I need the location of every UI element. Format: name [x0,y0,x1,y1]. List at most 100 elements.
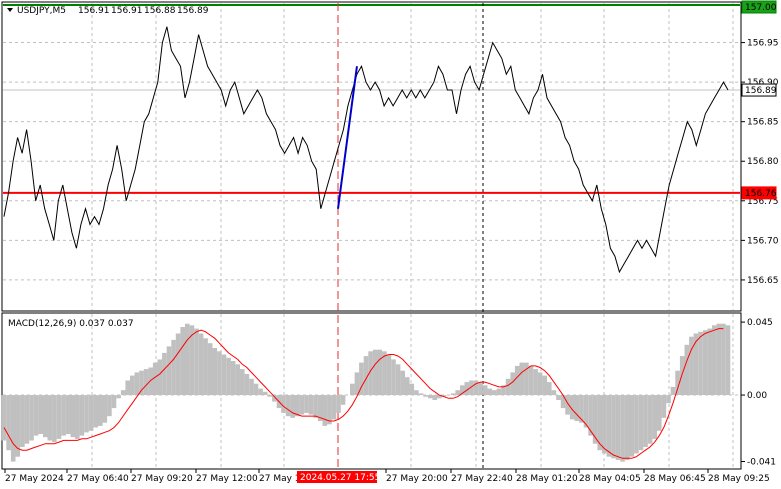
macd-y-tick-label: 0.00 [747,391,767,401]
macd-bar [629,395,635,457]
ohlc-close: 156.89 [177,6,209,16]
macd-bar [143,369,149,395]
macd-bar [652,395,657,439]
macd-bar [409,383,415,395]
chart-canvas[interactable]: 27 May 2024 27 May 06:40 27 May 09:20 27 Ma… [0,0,781,489]
macd-bar [492,390,497,396]
macd-bar [386,354,392,395]
macd-bar [478,382,483,396]
price-tag-text-top_level: 157.00 [745,3,777,13]
macd-bar [350,383,355,395]
macd-bar [340,395,346,405]
macd-bar [331,395,337,420]
macd-bar [24,395,30,444]
macd-bar [455,390,460,396]
macd-bar [313,395,318,418]
price-header: USDJPY,M5 156.91 156.91 156.88 156.89 [7,6,209,16]
macd-bar [588,395,593,436]
macd-bar [707,328,712,396]
macd-bar [519,362,525,395]
macd-bar [79,395,85,436]
macd-bar [638,395,644,451]
macd-bar [702,330,708,395]
macd-bar [556,395,561,400]
macd-bar [203,338,208,395]
macd-bar [226,357,231,396]
macd-bar [134,372,140,396]
macd-bar [391,359,396,396]
macd-bar [657,395,662,431]
macd-bar [29,395,34,441]
macd-bar [198,333,204,396]
macd-bar [395,364,401,396]
macd-bar [230,361,236,395]
macd-bar [33,395,39,436]
macd-bar [65,395,71,434]
x-tick-label: 28 May 09:25 [708,474,770,484]
macd-bar [185,323,190,395]
macd-bar [432,395,438,400]
macd-bar [107,395,112,417]
macd-bar [698,331,703,395]
macd-title: MACD(12,26,9) 0.037 0.037 [8,319,134,329]
macd-bar [61,395,66,436]
macd-bar [111,395,117,409]
chart-window[interactable]: 27 May 2024 27 May 06:40 27 May 09:20 27 Ma… [0,0,781,489]
x-tick-label: 27 May 09:20 [131,474,193,484]
symbol-label: USDJPY,M5 [17,6,66,16]
macd-bar [75,395,80,439]
macd-bar [560,395,566,409]
x-tick-label: 27 May 2024 [5,474,64,484]
price-tag-text-support: 156.76 [745,189,777,199]
macd-bar [542,375,547,396]
macd-bar [125,380,130,396]
macd-bar [120,390,126,396]
macd-bar [666,395,671,404]
macd-y-tick-label: -0.041 [747,458,776,468]
x-tick-label: 27 May 06:40 [67,474,129,484]
macd-bar [327,395,332,425]
macd-bar [244,374,250,396]
macd-bar [382,351,387,396]
macd-bar [139,370,144,395]
macd-bar [1,395,7,441]
macd-bar [212,348,218,395]
macd-bar [533,369,538,395]
macd-bar [130,375,135,396]
x-tick-label: 27 May 22:40 [451,474,513,484]
macd-bar [304,395,309,413]
macd-bar [423,395,428,397]
macd-bar [579,395,584,423]
macd-bar [514,365,520,396]
x-tick-label: 28 May 04:05 [579,474,641,484]
macd-bar [643,395,648,447]
macd-bar [180,327,185,396]
macd-bar [418,393,424,395]
macd-bar [299,395,305,415]
x-tick-label: 28 May 06:45 [644,474,706,484]
macd-bar [377,349,383,396]
macd-bar [267,395,273,397]
macd-bar [262,391,268,395]
macd-bar [684,344,690,396]
macd-bar [620,395,625,462]
macd-bar [670,386,676,395]
macd-bar [661,395,667,418]
x-tick-label: 28 May 01:20 [516,474,578,484]
macd-bar [400,370,405,395]
macd-bar [217,351,222,396]
macd-bar [290,395,295,418]
ohlc-low: 156.88 [144,6,176,16]
macd-bar [414,390,419,396]
macd-bar [194,328,199,396]
macd-y-tick-label: 0.045 [747,318,773,328]
macd-bar [20,395,25,447]
x-tick-label: 27 May 20:00 [386,474,448,484]
macd-bar [285,395,291,417]
y-tick-label: 156.85 [747,118,779,128]
macd-bar [166,346,172,395]
macd-bar [611,395,616,459]
y-tick-label: 156.70 [747,236,779,246]
macd-bar [322,395,328,426]
macd-bar [634,395,639,454]
